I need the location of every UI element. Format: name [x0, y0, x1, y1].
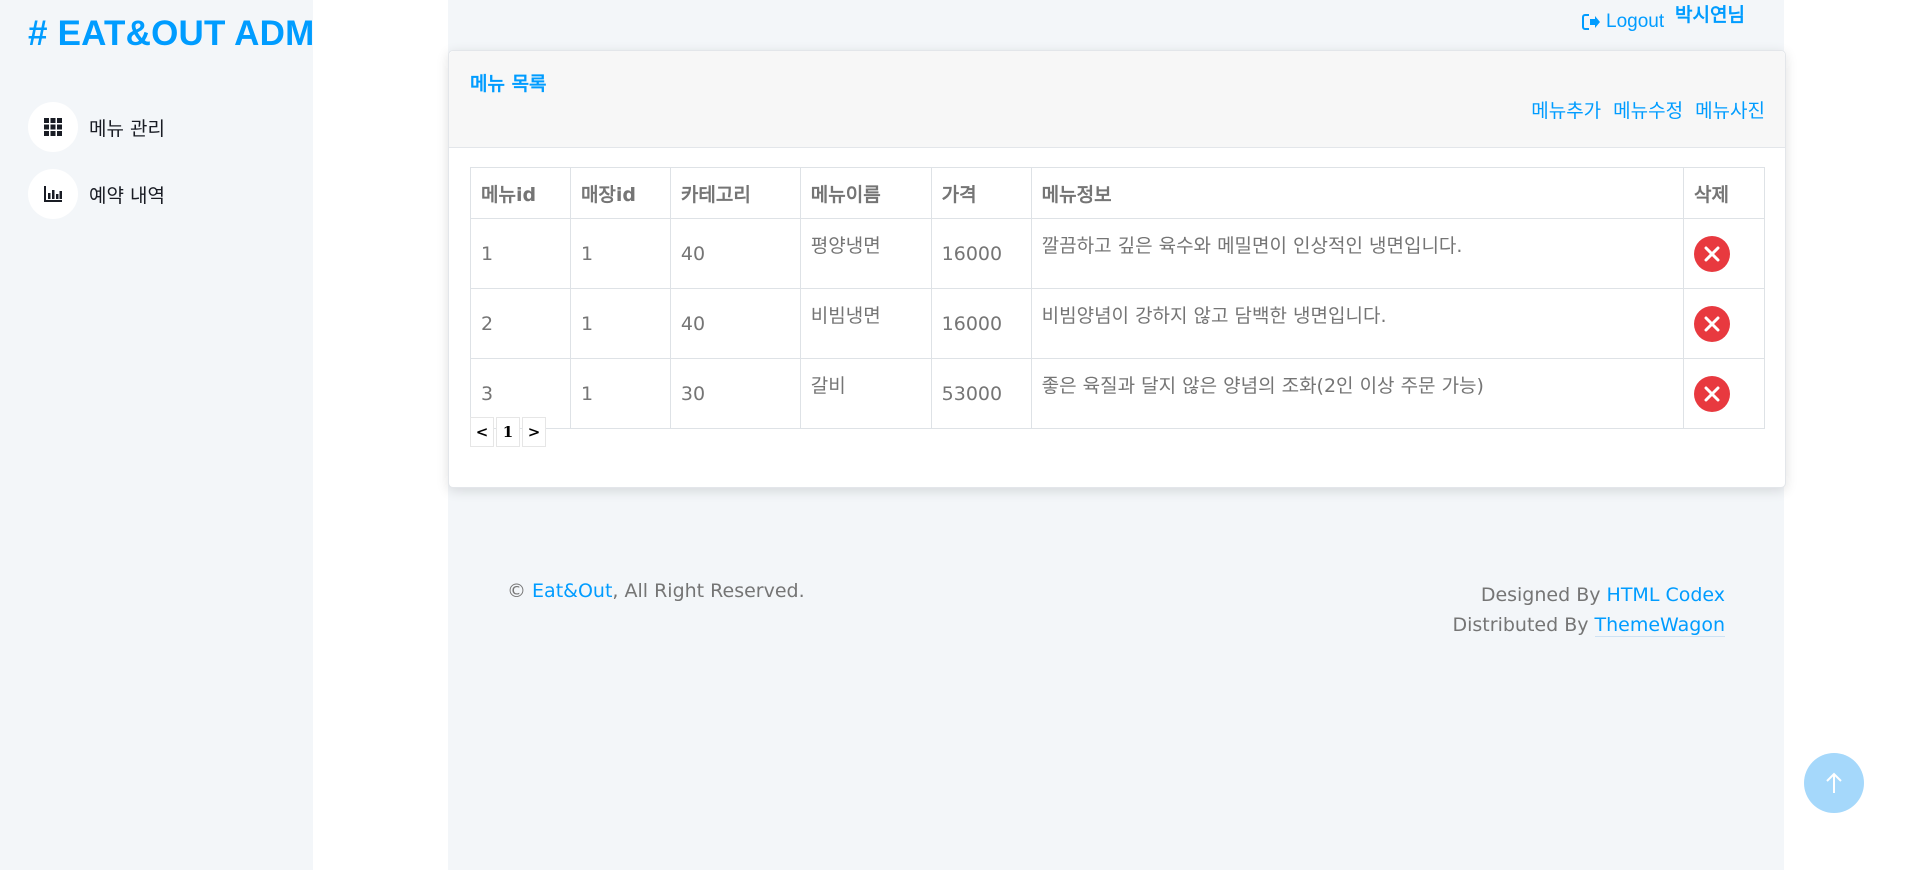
designed-by-line: Designed By HTML Codex: [1453, 580, 1725, 610]
table-header-row: 메뉴id 매장id 카테고리 메뉴이름 가격 메뉴정보 삭제: [470, 167, 1766, 219]
close-icon: [1704, 386, 1720, 401]
column-header-store-id[interactable]: 매장id: [569, 167, 671, 219]
add-menu-link[interactable]: 메뉴추가: [1531, 96, 1601, 123]
close-icon: [1704, 246, 1720, 261]
table-row: 3 1 30 갈비 53000 좋은 육질과 달지 않은 양념의 조화(2인 이…: [470, 358, 1766, 429]
arrow-up-icon: [1826, 772, 1842, 793]
column-header-menu-name[interactable]: 메뉴이름: [799, 167, 932, 219]
cell-menu-id: 1: [470, 218, 571, 289]
card-title: 메뉴 목록: [470, 73, 547, 95]
cell-delete: [1682, 358, 1766, 429]
copyright-symbol: ©: [507, 580, 526, 602]
cell-price: 16000: [930, 218, 1032, 289]
close-icon: [1704, 316, 1720, 331]
table-row: 1 1 40 평양냉면 16000 깔끔하고 깊은 육수와 메밀면이 인상적인 …: [470, 218, 1766, 289]
prev-page-button[interactable]: <: [470, 417, 494, 447]
back-to-top-button[interactable]: [1804, 753, 1864, 813]
cell-category: 40: [669, 218, 801, 289]
column-header-menu-id[interactable]: 메뉴id: [470, 167, 571, 219]
menu-photo-link[interactable]: 메뉴사진: [1695, 96, 1765, 123]
cell-price: 16000: [930, 288, 1032, 359]
site-link[interactable]: Eat&Out: [532, 580, 612, 602]
edit-menu-link[interactable]: 메뉴수정: [1613, 96, 1683, 123]
cell-menu-name: 갈비: [799, 358, 932, 429]
next-page-button[interactable]: >: [522, 417, 546, 447]
sidebar-item-reservations[interactable]: 예약 내역: [28, 168, 165, 220]
card-header: 메뉴 목록 메뉴추가 메뉴수정 메뉴사진: [449, 51, 1785, 148]
cell-menu-info: 좋은 육질과 달지 않은 양념의 조화(2인 이상 주문 가능): [1030, 358, 1684, 429]
footer-credits: Designed By HTML Codex Distributed By Th…: [1452, 580, 1725, 640]
cell-delete: [1682, 288, 1766, 359]
column-header-price[interactable]: 가격: [930, 167, 1032, 219]
sign-out-icon: [1582, 14, 1600, 30]
sidebar: # EAT&OUT ADM 메뉴 관리 예약 내역: [0, 0, 314, 870]
sidebar-item-menu-management[interactable]: 메뉴 관리: [28, 101, 165, 153]
page-number-button[interactable]: 1: [496, 417, 520, 447]
sidebar-item-label: 메뉴 관리: [89, 117, 165, 140]
logout-link[interactable]: Logout: [1582, 11, 1664, 33]
menu-table: 메뉴id 매장id 카테고리 메뉴이름 가격 메뉴정보 삭제 1 1 40 평양…: [470, 167, 1766, 429]
user-name[interactable]: 박시연님: [1675, 0, 1745, 27]
cell-price: 53000: [930, 358, 1032, 429]
delete-button[interactable]: [1693, 375, 1730, 412]
distributor-link[interactable]: ThemeWagon: [1594, 614, 1725, 637]
cell-category: 40: [669, 288, 801, 359]
cell-menu-name: 비빔냉면: [799, 288, 932, 359]
brand-logo[interactable]: # EAT&OUT ADM: [28, 14, 314, 54]
cell-store-id: 1: [569, 218, 671, 289]
cell-store-id: 1: [569, 358, 671, 429]
column-header-category[interactable]: 카테고리: [669, 167, 801, 219]
pagination: < 1 >: [470, 417, 548, 447]
designer-link[interactable]: HTML Codex: [1607, 584, 1725, 606]
column-header-delete: 삭제: [1682, 167, 1766, 219]
cell-delete: [1682, 218, 1766, 289]
menu-list-card: 메뉴 목록 메뉴추가 메뉴수정 메뉴사진 메뉴id 매장id 카테고리 메뉴이름…: [448, 50, 1786, 488]
cell-menu-id: 2: [470, 288, 571, 359]
designed-by-label: Designed By: [1480, 584, 1601, 606]
rights-text: , All Right Reserved.: [612, 580, 805, 602]
footer: © Eat&Out, All Right Reserved. Designed …: [477, 547, 1755, 668]
delete-button[interactable]: [1693, 305, 1730, 342]
table-row: 2 1 40 비빔냉면 16000 비빔양념이 강하지 않고 담백한 냉면입니다…: [470, 288, 1766, 359]
sidebar-item-label: 예약 내역: [89, 184, 165, 207]
card-actions: 메뉴추가 메뉴수정 메뉴사진: [1531, 96, 1765, 123]
column-header-menu-info[interactable]: 메뉴정보: [1030, 167, 1684, 219]
logout-label: Logout: [1606, 11, 1665, 32]
footer-copyright: © Eat&Out, All Right Reserved.: [507, 580, 805, 602]
cell-store-id: 1: [569, 288, 671, 359]
cell-menu-info: 깔끔하고 깊은 육수와 메밀면이 인상적인 냉면입니다.: [1030, 218, 1684, 289]
distributed-by-line: Distributed By ThemeWagon: [1452, 610, 1725, 640]
distributed-by-label: Distributed By: [1452, 614, 1589, 636]
cell-menu-name: 평양냉면: [799, 218, 932, 289]
bar-chart-icon: [28, 169, 78, 219]
cell-menu-info: 비빔양념이 강하지 않고 담백한 냉면입니다.: [1030, 288, 1684, 359]
grid-icon: [28, 102, 78, 152]
delete-button[interactable]: [1693, 235, 1730, 272]
cell-category: 30: [669, 358, 801, 429]
